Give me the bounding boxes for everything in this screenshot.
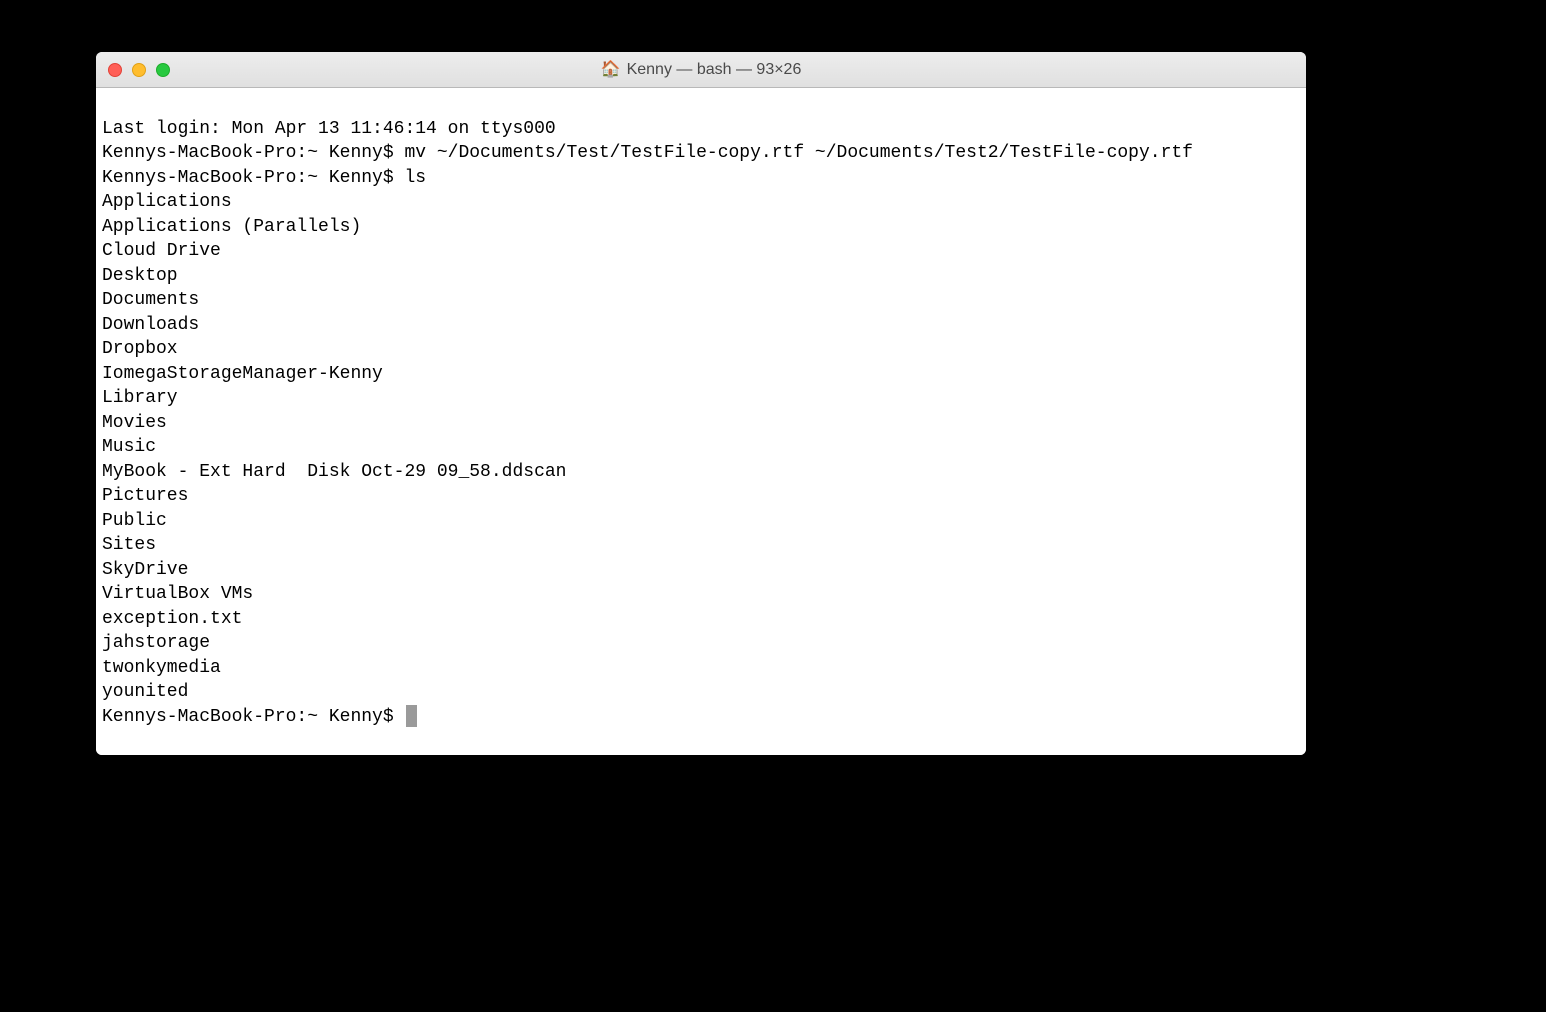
ls-output-block: ApplicationsApplications (Parallels)Clou… <box>102 190 1300 705</box>
terminal-window: 🏠 Kenny — bash — 93×26 Last login: Mon A… <box>96 52 1306 755</box>
ls-item: Applications <box>102 190 1300 215</box>
traffic-lights <box>96 63 170 77</box>
ls-item: Downloads <box>102 313 1300 338</box>
last-login-line: Last login: Mon Apr 13 11:46:14 on ttys0… <box>102 117 1300 142</box>
current-prompt: Kennys-MacBook-Pro:~ Kenny$ <box>102 705 1300 730</box>
ls-item: Library <box>102 386 1300 411</box>
cursor <box>406 705 417 727</box>
minimize-button[interactable] <box>132 63 146 77</box>
ls-item: younited <box>102 680 1300 705</box>
ls-item: IomegaStorageManager-Kenny <box>102 362 1300 387</box>
window-titlebar[interactable]: 🏠 Kenny — bash — 93×26 <box>96 52 1306 88</box>
maximize-button[interactable] <box>156 63 170 77</box>
current-prompt-text: Kennys-MacBook-Pro:~ Kenny$ <box>102 707 404 727</box>
ls-item: Movies <box>102 411 1300 436</box>
command-mv: Kennys-MacBook-Pro:~ Kenny$ mv ~/Documen… <box>102 141 1300 166</box>
ls-item: VirtualBox VMs <box>102 582 1300 607</box>
ls-item: SkyDrive <box>102 558 1300 583</box>
ls-item: Public <box>102 509 1300 534</box>
terminal-body[interactable]: Last login: Mon Apr 13 11:46:14 on ttys0… <box>96 88 1306 755</box>
ls-item: MyBook - Ext Hard Disk Oct-29 09_58.ddsc… <box>102 460 1300 485</box>
ls-item: Dropbox <box>102 337 1300 362</box>
ls-item: Applications (Parallels) <box>102 215 1300 240</box>
home-icon: 🏠 <box>601 62 621 78</box>
ls-item: Sites <box>102 533 1300 558</box>
window-title-text: Kenny — bash — 93×26 <box>627 61 802 79</box>
ls-item: exception.txt <box>102 607 1300 632</box>
window-title: 🏠 Kenny — bash — 93×26 <box>601 61 802 79</box>
ls-item: Documents <box>102 288 1300 313</box>
ls-item: Music <box>102 435 1300 460</box>
close-button[interactable] <box>108 63 122 77</box>
ls-item: twonkymedia <box>102 656 1300 681</box>
ls-item: Desktop <box>102 264 1300 289</box>
command-ls: Kennys-MacBook-Pro:~ Kenny$ ls <box>102 166 1300 191</box>
ls-item: Pictures <box>102 484 1300 509</box>
ls-item: Cloud Drive <box>102 239 1300 264</box>
ls-item: jahstorage <box>102 631 1300 656</box>
